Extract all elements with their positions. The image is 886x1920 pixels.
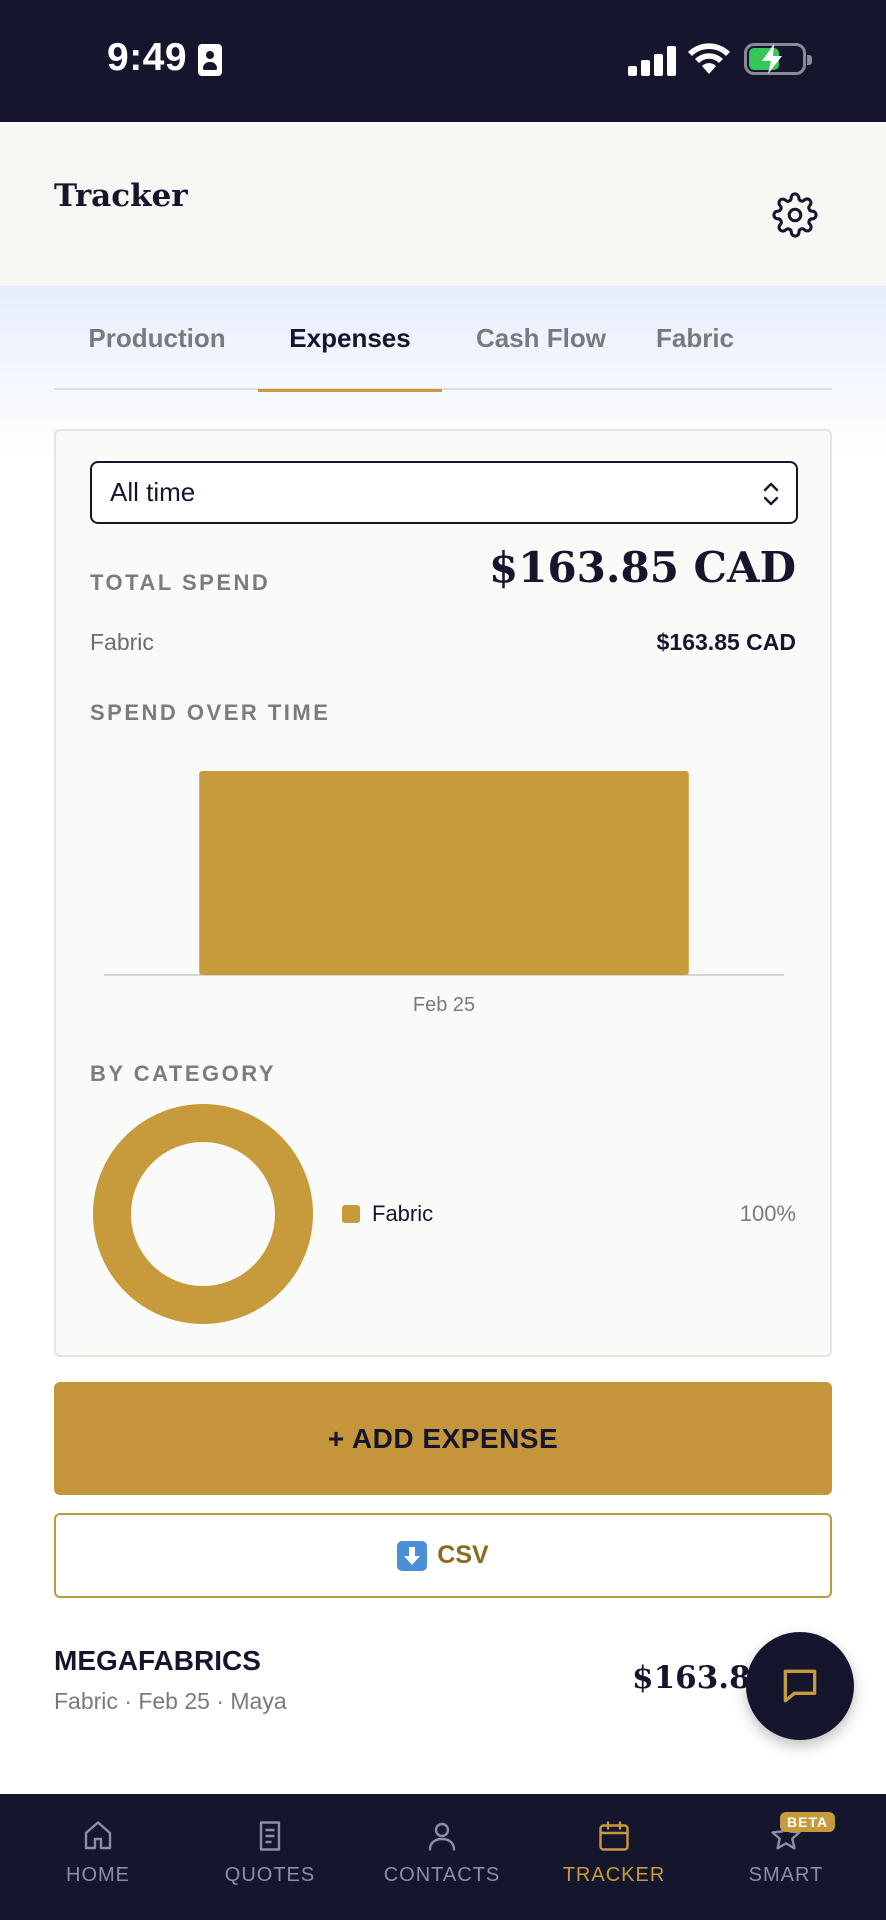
nav-contacts[interactable]: CONTACTS xyxy=(356,1794,528,1920)
tab-expenses[interactable]: Expenses xyxy=(258,286,442,392)
expense-meta: Fabric · Feb 25 · Maya xyxy=(54,1688,287,1714)
bar-0 xyxy=(199,771,689,975)
tab-production[interactable]: Production xyxy=(82,286,232,390)
total-spend-value: $163.85 CAD xyxy=(488,543,796,592)
expense-summary-card: All time TOTAL SPEND $163.85 CAD Fabric … xyxy=(54,429,832,1357)
down-arrow-icon xyxy=(397,1540,428,1571)
category-name: Fabric xyxy=(90,629,154,655)
status-time: 9:49 xyxy=(107,36,188,79)
by-category-donut-chart xyxy=(93,1104,313,1324)
donut-slice-0 xyxy=(93,1104,313,1324)
app-header: Tracker xyxy=(0,122,886,286)
document-icon xyxy=(259,1821,281,1851)
chat-bubble-icon xyxy=(783,1669,817,1703)
by-category-label: BY CATEGORY xyxy=(90,1061,277,1086)
chat-fab-button[interactable] xyxy=(746,1632,854,1740)
legend-swatch-fabric xyxy=(342,1205,360,1223)
gear-icon[interactable] xyxy=(772,192,818,238)
x-tick-label-0: Feb 25 xyxy=(413,994,475,1016)
nav-contacts-label: CONTACTS xyxy=(383,1864,501,1886)
nav-tracker[interactable]: TRACKER xyxy=(528,1794,700,1920)
total-spend-label: TOTAL SPEND xyxy=(90,570,271,595)
wifi-icon xyxy=(688,43,730,74)
home-icon xyxy=(84,1821,112,1850)
chevron-up-down-icon xyxy=(763,482,779,506)
contact-card-icon xyxy=(198,44,222,76)
legend-name-fabric: Fabric xyxy=(372,1201,434,1226)
csv-label: CSV xyxy=(437,1541,489,1569)
add-expense-button[interactable]: + ADD EXPENSE xyxy=(54,1382,832,1495)
battery-charging-icon xyxy=(744,43,812,75)
tab-cash-flow[interactable]: Cash Flow xyxy=(464,286,618,390)
bottom-nav: HOME QUOTES CONTACTS TRACKER SMART BETA xyxy=(0,1794,886,1920)
person-icon xyxy=(428,1822,456,1851)
csv-export-button[interactable]: CSV xyxy=(54,1513,832,1598)
spend-over-time-chart: Feb 25 xyxy=(104,771,784,1016)
tab-bar: Production Expenses Cash Flow Fabric xyxy=(54,286,832,392)
time-range-select[interactable]: All time xyxy=(90,461,798,524)
beta-badge: BETA xyxy=(780,1812,836,1832)
expense-vendor: MEGAFABRICS xyxy=(54,1645,261,1676)
nav-quotes[interactable]: QUOTES xyxy=(184,1794,356,1920)
legend-percent-fabric: 100% xyxy=(739,1201,796,1226)
status-bar: 9:49 xyxy=(0,0,886,122)
nav-smart-label: SMART xyxy=(748,1864,824,1886)
page-title: Tracker xyxy=(54,178,188,214)
nav-quotes-label: QUOTES xyxy=(224,1864,316,1886)
nav-home[interactable]: HOME xyxy=(12,1794,184,1920)
expense-amount: $163.85 xyxy=(632,1660,752,1696)
category-value: $163.85 CAD xyxy=(656,629,796,655)
time-range-value: All time xyxy=(110,477,196,507)
cellular-signal-icon xyxy=(628,46,676,76)
calendar-icon xyxy=(599,1821,629,1851)
nav-tracker-label: TRACKER xyxy=(562,1864,666,1886)
spend-over-time-label: SPEND OVER TIME xyxy=(90,700,331,725)
tab-fabric[interactable]: Fabric xyxy=(646,286,744,390)
nav-home-label: HOME xyxy=(66,1864,130,1886)
